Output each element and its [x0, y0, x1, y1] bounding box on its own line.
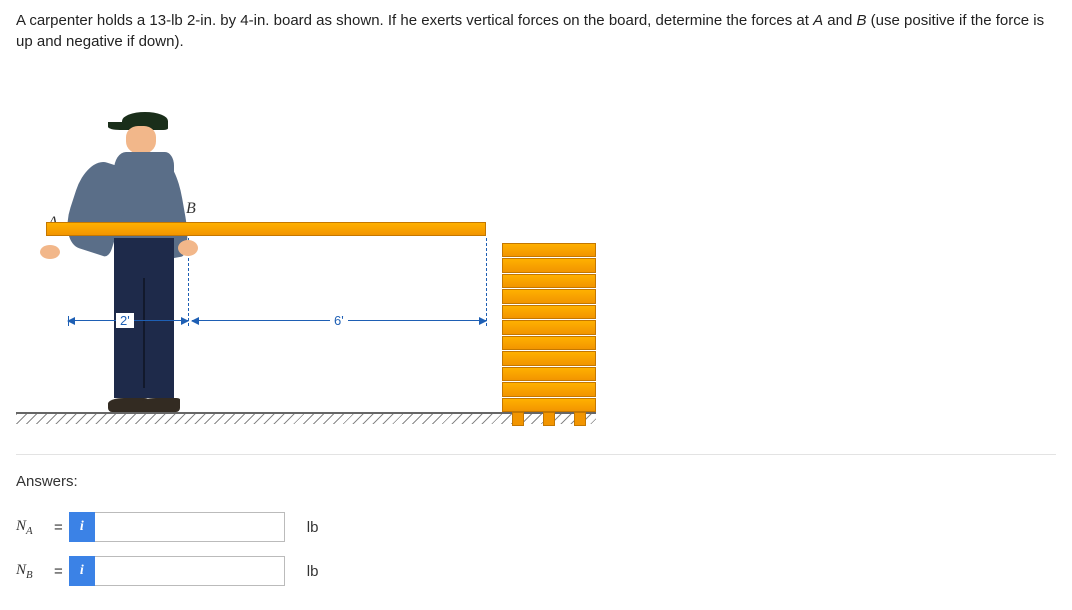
stack-board-icon	[502, 305, 596, 319]
stack-foot-icon	[543, 412, 555, 426]
hand-b-icon	[178, 240, 198, 256]
stack-board-icon	[502, 320, 596, 334]
stack-foot-icon	[574, 412, 586, 426]
answer-unit-nb: lb	[307, 563, 319, 580]
carpenter-figure	[80, 112, 200, 412]
var-main: N	[16, 562, 26, 578]
answer-var-na: NA	[16, 518, 54, 537]
problem-point-b: B	[857, 12, 867, 29]
stack-board-icon	[502, 243, 596, 257]
hand-a-icon	[40, 245, 60, 259]
info-icon[interactable]: i	[69, 512, 95, 542]
answer-row-nb: NB = i lb	[16, 556, 1056, 586]
var-sub: A	[26, 525, 33, 537]
shoe-right-icon	[140, 398, 180, 412]
problem-statement: A carpenter holds a 13-lb 2-in. by 4-in.…	[16, 10, 1056, 52]
equals-sign: =	[54, 563, 63, 580]
stack-board-icon	[502, 382, 596, 396]
answer-input-na[interactable]	[95, 512, 285, 542]
answers-section: Answers: NA = i lb NB = i lb	[16, 454, 1056, 586]
dim-tick-a	[68, 316, 69, 326]
answer-input-nb[interactable]	[95, 556, 285, 586]
stack-board-icon	[502, 274, 596, 288]
problem-text-mid: and	[823, 12, 856, 29]
problem-text-pre: A carpenter holds a 13-lb 2-in. by 4-in.…	[16, 12, 813, 29]
stack-board-icon	[502, 258, 596, 272]
stack-feet	[502, 412, 596, 426]
figure: A B 2' 6'	[16, 76, 616, 426]
answers-heading: Answers:	[16, 473, 1056, 490]
dimension-ab-text: 2'	[116, 313, 134, 328]
stack-board-icon	[502, 351, 596, 365]
board-stack-icon	[502, 242, 596, 412]
stack-board-icon	[502, 336, 596, 350]
answer-var-nb: NB	[16, 562, 54, 581]
dim-tick-end	[486, 238, 487, 326]
info-icon[interactable]: i	[69, 556, 95, 586]
point-b-label: B	[186, 200, 196, 218]
dimension-bend-text: 6'	[330, 313, 348, 328]
answer-unit-na: lb	[307, 519, 319, 536]
var-sub: B	[26, 569, 33, 581]
stack-foot-icon	[512, 412, 524, 426]
stack-board-icon	[502, 367, 596, 381]
var-main: N	[16, 518, 26, 534]
stack-board-icon	[502, 398, 596, 412]
head-icon	[126, 126, 156, 154]
answer-row-na: NA = i lb	[16, 512, 1056, 542]
board-icon	[46, 222, 486, 236]
arrow-left-icon	[191, 317, 199, 325]
equals-sign: =	[54, 519, 63, 536]
stack-board-icon	[502, 289, 596, 303]
problem-point-a: A	[813, 12, 823, 29]
